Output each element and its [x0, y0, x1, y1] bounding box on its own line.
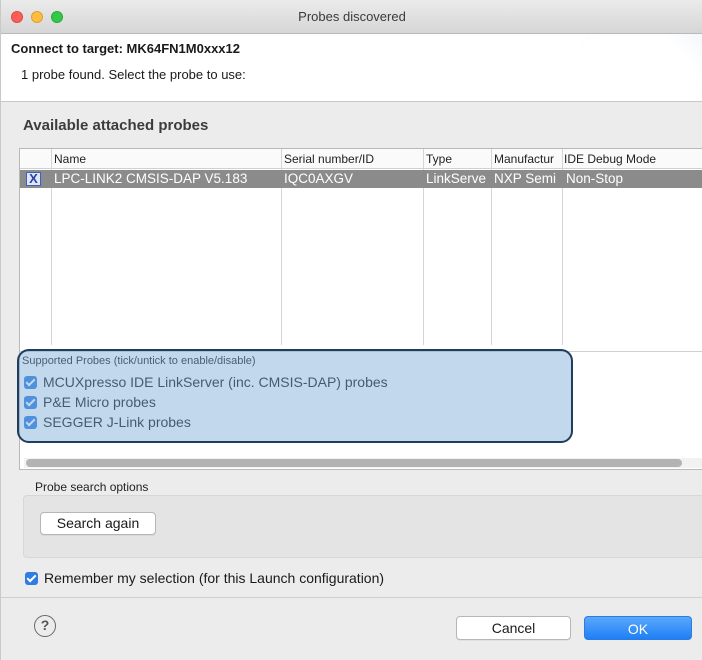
remember-selection-checkbox[interactable] — [25, 572, 38, 585]
table-header: Name Serial number/ID Type Manufactur ID… — [20, 149, 702, 169]
probe-name-cell: LPC-LINK2 CMSIS-DAP V5.183 — [54, 171, 248, 186]
probe-serial-cell: IQC0AXGV — [284, 171, 354, 186]
connect-target-title: Connect to target: MK64FN1M0xxx12 — [11, 41, 240, 56]
probe-search-options-group: Probe search options Search again — [23, 478, 702, 560]
search-again-button[interactable]: Search again — [40, 512, 156, 535]
probe-manufacturer-cell: NXP Semi — [494, 171, 557, 186]
probe-search-options-caption: Probe search options — [35, 480, 149, 494]
probe-type-cell: LinkServe — [426, 171, 487, 186]
help-icon[interactable]: ? — [34, 615, 56, 637]
cancel-button[interactable]: Cancel — [456, 616, 571, 640]
title-bar: Probes discovered — [1, 0, 702, 34]
ok-button[interactable]: OK — [584, 616, 692, 640]
available-probes-heading: Available attached probes — [23, 117, 209, 134]
column-header-name[interactable]: Name — [54, 152, 282, 166]
window-title: Probes discovered — [298, 9, 406, 24]
dialog-header: Connect to target: MK64FN1M0xxx12 1 prob… — [1, 34, 702, 102]
scrollbar-thumb[interactable] — [26, 459, 682, 467]
probe-found-message: 1 probe found. Select the probe to use: — [21, 67, 246, 82]
column-header-serial[interactable]: Serial number/ID — [284, 152, 424, 166]
horizontal-scrollbar[interactable] — [24, 458, 702, 468]
probe-debug-mode-cell: Non-Stop — [566, 171, 624, 186]
supported-probes-highlight — [17, 349, 573, 443]
column-header-debug-mode[interactable]: IDE Debug Mode — [564, 152, 702, 166]
header-decoration — [573, 34, 702, 101]
probe-search-options-box: Search again — [23, 495, 702, 558]
probes-discovered-dialog: Probes discovered Connect to target: MK6… — [0, 0, 702, 660]
column-header-type[interactable]: Type — [426, 152, 492, 166]
column-header-manufacturer[interactable]: Manufactur — [494, 152, 562, 166]
table-row[interactable]: X LPC-LINK2 CMSIS-DAP V5.183 IQC0AXGV Li… — [20, 170, 702, 188]
remember-selection-label: Remember my selection (for this Launch c… — [44, 570, 385, 586]
dialog-footer: ? Cancel OK — [1, 597, 702, 660]
probe-select-checkbox[interactable]: X — [26, 172, 41, 186]
